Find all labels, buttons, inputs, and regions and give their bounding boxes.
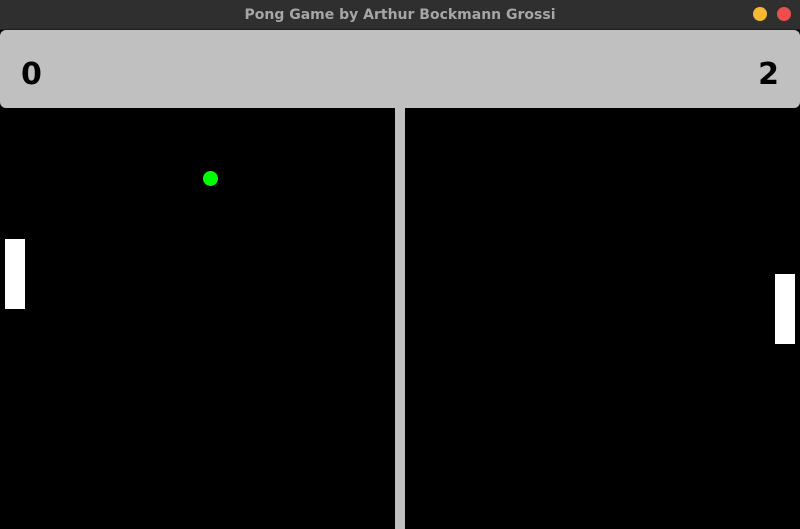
left-player-score: 0: [21, 57, 42, 92]
center-net: [395, 108, 405, 529]
scoreboard: 0 2: [0, 30, 800, 108]
minimize-button[interactable]: [753, 7, 767, 21]
right-paddle: [775, 274, 795, 344]
left-paddle: [5, 239, 25, 309]
game-window: Pong Game by Arthur Bockmann Grossi 0 2: [0, 0, 800, 529]
close-button[interactable]: [777, 7, 791, 21]
window-title: Pong Game by Arthur Bockmann Grossi: [244, 7, 556, 23]
playing-field[interactable]: [0, 108, 800, 529]
ball: [203, 171, 218, 186]
title-bar[interactable]: Pong Game by Arthur Bockmann Grossi: [0, 0, 800, 30]
right-player-score: 2: [758, 57, 779, 92]
